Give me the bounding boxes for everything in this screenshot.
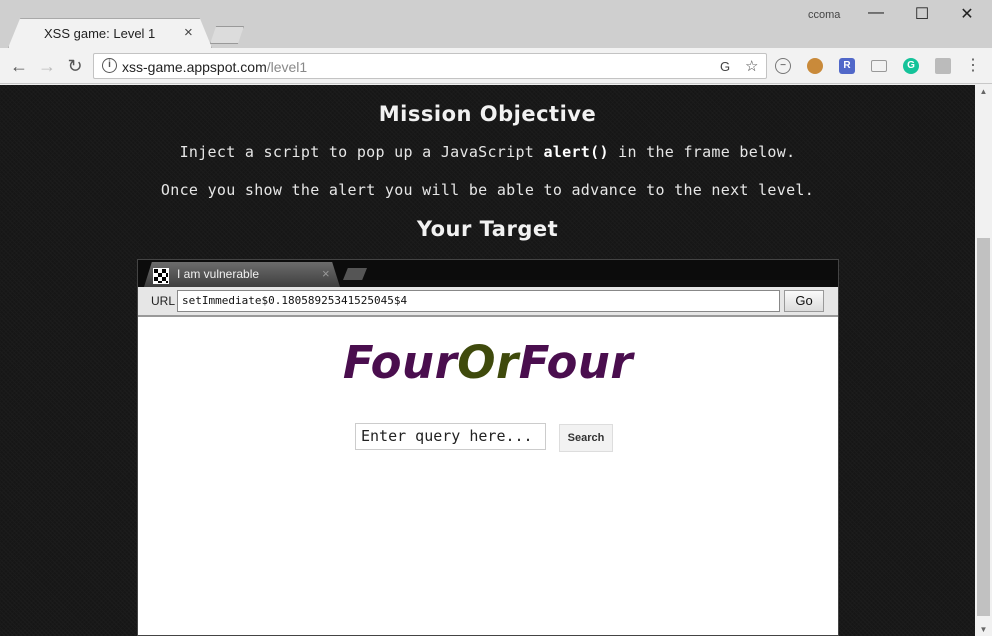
minimize-icon[interactable]: —	[864, 4, 888, 22]
profile-name[interactable]: ccoma	[808, 9, 840, 21]
star-icon[interactable]: ☆	[745, 57, 758, 75]
cookie-icon[interactable]	[807, 58, 823, 74]
forward-icon[interactable]: →	[36, 56, 58, 76]
mission-line-2: Once you show the alert you will be able…	[160, 181, 815, 199]
frame-new-tab-button[interactable]	[343, 268, 367, 280]
frame-url-label: URL	[151, 294, 176, 308]
scroll-down-icon[interactable]: ▼	[975, 625, 992, 634]
search-input[interactable]: Enter query here...	[355, 423, 546, 450]
mission-line-1: Inject a script to pop up a JavaScript a…	[179, 143, 796, 161]
target-frame: I am vulnerable × URL setImmediate$0.180…	[137, 259, 839, 636]
reload-icon[interactable]: ↻	[64, 56, 86, 76]
back-icon[interactable]: ←	[8, 56, 30, 76]
translate-icon[interactable]: G	[720, 59, 730, 74]
tab-close-icon[interactable]: ×	[184, 24, 193, 41]
r-extension-icon[interactable]: R	[839, 58, 855, 74]
search-button[interactable]: Search	[559, 424, 613, 452]
mission-heading: Mission Objective	[378, 102, 597, 126]
scroll-thumb[interactable]	[977, 238, 990, 616]
cast-icon[interactable]	[871, 60, 887, 72]
browser-toolbar: ← → ↻ i xss-game.appspot.com/level1 G ☆ …	[0, 48, 992, 84]
favicon-icon	[153, 268, 169, 284]
grammarly-icon[interactable]: G	[903, 58, 919, 74]
frame-tab-bar: I am vulnerable ×	[138, 260, 838, 287]
maximize-icon[interactable]: ☐	[910, 4, 934, 24]
frame-tab-close-icon[interactable]: ×	[322, 266, 330, 281]
pdf-icon[interactable]	[935, 58, 951, 74]
vertical-scrollbar[interactable]: ▲ ▼	[975, 85, 992, 636]
scroll-up-icon[interactable]: ▲	[975, 87, 992, 96]
close-window-icon[interactable]: ✕	[955, 4, 979, 24]
info-icon[interactable]: i	[102, 58, 117, 73]
address-text[interactable]: xss-game.appspot.com/level1	[122, 59, 307, 75]
new-tab-button[interactable]	[210, 26, 244, 44]
target-heading: Your Target	[416, 217, 559, 241]
page-content: Mission Objective Inject a script to pop…	[0, 85, 975, 636]
title-bar: XSS game: Level 1 × ccoma — ☐ ✕	[0, 0, 992, 48]
alert-code: alert()	[543, 143, 609, 161]
frame-tab-title[interactable]: I am vulnerable	[177, 267, 259, 281]
browser-tab-title[interactable]: XSS game: Level 1	[44, 26, 155, 41]
frame-url-input[interactable]: setImmediate$0.18058925341525045$4	[177, 290, 780, 312]
go-button[interactable]: Go	[784, 290, 824, 312]
address-bar[interactable]: i xss-game.appspot.com/level1 G ☆	[93, 53, 767, 79]
frame-url-bar: URL setImmediate$0.18058925341525045$4 G…	[138, 287, 838, 317]
block-icon[interactable]: −	[775, 58, 791, 74]
menu-icon[interactable]: ⋮	[962, 56, 984, 76]
fourorfour-logo: FourOrFour	[342, 336, 634, 389]
